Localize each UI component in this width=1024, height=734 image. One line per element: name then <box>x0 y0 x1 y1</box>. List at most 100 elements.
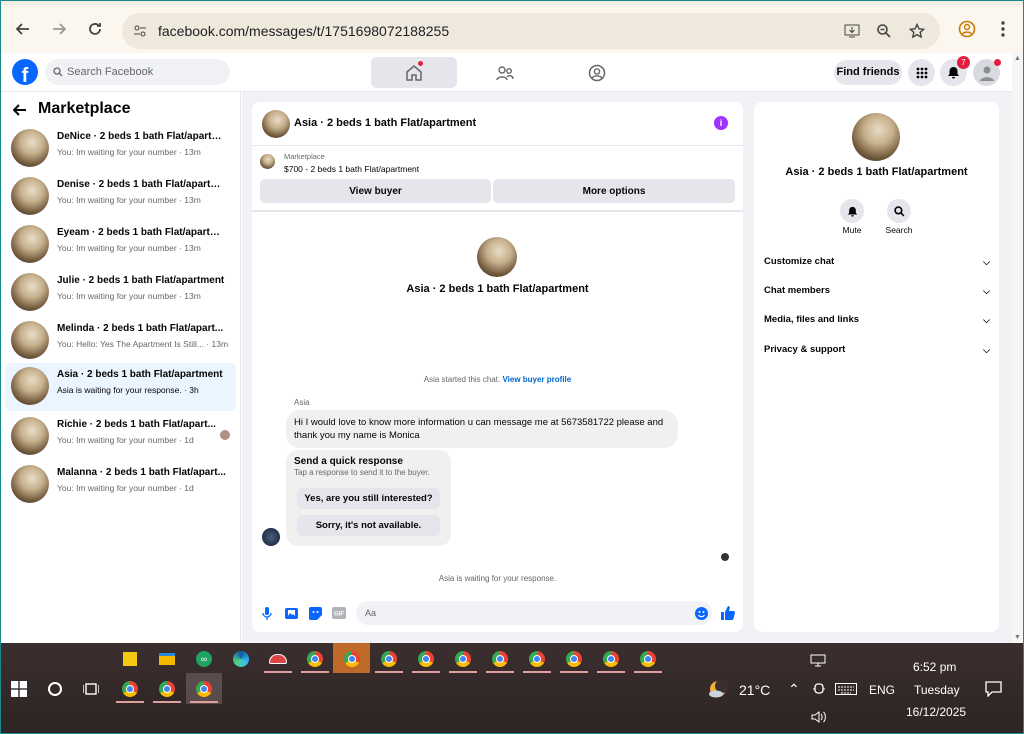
conversation-item-selected[interactable]: Asia · 2 beds 1 bath Flat/apartment Asia… <box>5 363 236 411</box>
facebook-logo-icon[interactable]: f <box>12 59 38 85</box>
clock-date[interactable]: 16/12/2025 <box>906 705 966 719</box>
conversation-preview: You: Im waiting for your number · 13m <box>57 243 201 253</box>
home-tab[interactable] <box>371 57 457 88</box>
privacy-support-row[interactable]: Privacy & support ⌵ <box>764 340 990 360</box>
clock-time[interactable]: 6:52 pm <box>913 660 956 674</box>
conversation-item[interactable]: Malanna · 2 beds 1 bath Flat/apart... Yo… <box>5 461 236 509</box>
more-options-button[interactable]: More options <box>493 179 735 203</box>
chat-header: Asia · 2 beds 1 bath Flat/apartment i <box>252 102 743 146</box>
customize-chat-row[interactable]: Customize chat ⌵ <box>764 252 990 272</box>
buyer-avatar-large[interactable] <box>477 237 517 277</box>
app-icon[interactable] <box>266 647 290 671</box>
chrome-icon[interactable] <box>414 647 438 671</box>
sticky-notes-icon[interactable] <box>118 647 142 671</box>
search-label: Search <box>885 225 913 235</box>
volume-icon[interactable] <box>807 705 831 729</box>
search-circle-icon[interactable] <box>43 677 67 701</box>
keyboard-icon[interactable] <box>834 677 858 701</box>
back-arrow-icon[interactable] <box>13 104 27 116</box>
language-indicator[interactable]: ENG <box>869 683 895 697</box>
install-icon[interactable] <box>842 21 862 41</box>
chrome-icon[interactable] <box>599 647 623 671</box>
photo-icon[interactable] <box>284 606 298 620</box>
task-view-icon[interactable] <box>79 677 103 701</box>
windows-start-icon[interactable] <box>7 677 31 701</box>
chat-title[interactable]: Asia · 2 beds 1 bath Flat/apartment <box>294 117 476 129</box>
info-icon[interactable]: i <box>714 116 728 130</box>
facebook-search-input[interactable]: Search Facebook <box>45 59 230 85</box>
chat-members-row[interactable]: Chat members ⌵ <box>764 281 990 301</box>
media-files-links-row[interactable]: Media, files and links ⌵ <box>764 310 990 330</box>
quick-response-no-button[interactable]: Sorry, it's not available. <box>297 515 440 536</box>
chrome-icon[interactable] <box>562 647 586 671</box>
info-avatar[interactable] <box>852 113 900 161</box>
file-explorer-icon[interactable] <box>155 647 179 671</box>
chrome-icon[interactable] <box>636 647 660 671</box>
back-icon[interactable] <box>11 17 35 41</box>
scroll-down-arrow-icon[interactable]: ▼ <box>1014 634 1021 641</box>
network-icon[interactable] <box>806 649 830 673</box>
forward-icon[interactable] <box>47 17 71 41</box>
app-icon[interactable]: ∞ <box>192 647 216 671</box>
url-text[interactable]: facebook.com/messages/t/1751698072188255 <box>158 23 449 39</box>
conversation-item[interactable]: DeNice · 2 beds 1 bath Flat/apartm... Yo… <box>5 125 236 173</box>
chat-avatar[interactable] <box>262 110 290 138</box>
search-in-chat-button[interactable] <box>887 199 911 223</box>
chrome-icon[interactable] <box>525 647 549 671</box>
zoom-icon[interactable] <box>874 21 894 41</box>
chrome-icon[interactable] <box>377 647 401 671</box>
chrome-icon[interactable] <box>340 647 364 671</box>
chevron-up-icon[interactable]: ⌃ <box>788 681 800 698</box>
running-indicator <box>116 701 144 703</box>
chrome-icon[interactable] <box>451 647 475 671</box>
profile-tab[interactable] <box>554 57 640 88</box>
quick-response-yes-button[interactable]: Yes, are you still interested? <box>297 488 440 509</box>
listing-thumbnail[interactable] <box>260 154 275 169</box>
gif-icon[interactable]: GIF <box>332 606 346 620</box>
profile-icon[interactable] <box>955 17 979 41</box>
chrome-icon[interactable] <box>192 677 216 701</box>
windows-taskbar: ∞ 21°C ⌃ ENG 6:52 pm Tuesday 16/12/2025 <box>1 643 1023 733</box>
friends-tab[interactable] <box>462 57 548 88</box>
bookmark-star-icon[interactable] <box>907 21 927 41</box>
temperature-text[interactable]: 21°C <box>739 682 770 698</box>
chrome-icon[interactable] <box>155 677 179 701</box>
sticker-icon[interactable] <box>308 606 322 620</box>
conversation-item[interactable]: Julie · 2 beds 1 bath Flat/apartment You… <box>5 269 236 317</box>
conversation-item[interactable]: Melinda · 2 beds 1 bath Flat/apart... Yo… <box>5 317 236 365</box>
view-buyer-profile-link[interactable]: View buyer profile <box>502 375 571 384</box>
conversation-item[interactable]: Denise · 2 beds 1 bath Flat/apartm... Yo… <box>5 173 236 221</box>
address-bar[interactable]: facebook.com/messages/t/1751698072188255 <box>122 13 940 49</box>
microphone-icon[interactable] <box>260 606 274 620</box>
listing-title[interactable]: $700 - 2 beds 1 bath Flat/apartment <box>284 164 419 174</box>
weather-moon-icon[interactable] <box>707 677 731 701</box>
conversation-item[interactable]: Eyeam · 2 beds 1 bath Flat/apartm... You… <box>5 221 236 269</box>
clock-day[interactable]: Tuesday <box>914 683 960 697</box>
profile-circle-icon <box>588 64 606 81</box>
account-button[interactable] <box>973 59 1001 86</box>
thumbs-up-icon[interactable] <box>721 606 735 620</box>
notification-center-icon[interactable] <box>981 677 1005 701</box>
menu-grid-button[interactable] <box>908 59 935 86</box>
emoji-icon[interactable] <box>694 606 708 620</box>
view-buyer-button[interactable]: View buyer <box>260 179 491 203</box>
chrome-icon[interactable] <box>488 647 512 671</box>
site-settings-icon[interactable] <box>130 21 150 41</box>
find-friends-button[interactable]: Find friends <box>834 60 902 85</box>
meet-now-icon[interactable] <box>807 677 831 701</box>
chevron-down-icon: ⌵ <box>983 315 990 325</box>
conversation-avatar <box>11 273 49 311</box>
page-scrollbar[interactable]: ▲ ▼ <box>1012 53 1023 643</box>
message-input[interactable]: Aa <box>356 601 712 625</box>
conversation-item[interactable]: Richie · 2 beds 1 bath Flat/apart... You… <box>5 413 236 461</box>
edge-icon[interactable] <box>229 647 253 671</box>
chrome-icon[interactable] <box>303 647 327 671</box>
chrome-icon[interactable] <box>118 677 142 701</box>
conversation-name: Asia · 2 beds 1 bath Flat/apartment <box>57 369 223 380</box>
scroll-up-arrow-icon[interactable]: ▲ <box>1014 55 1021 62</box>
mute-button[interactable] <box>840 199 864 223</box>
menu-icon[interactable] <box>991 17 1015 41</box>
reload-icon[interactable] <box>83 17 107 41</box>
sidebar-title: Marketplace <box>38 100 131 117</box>
notifications-button[interactable]: 7 <box>940 56 970 86</box>
